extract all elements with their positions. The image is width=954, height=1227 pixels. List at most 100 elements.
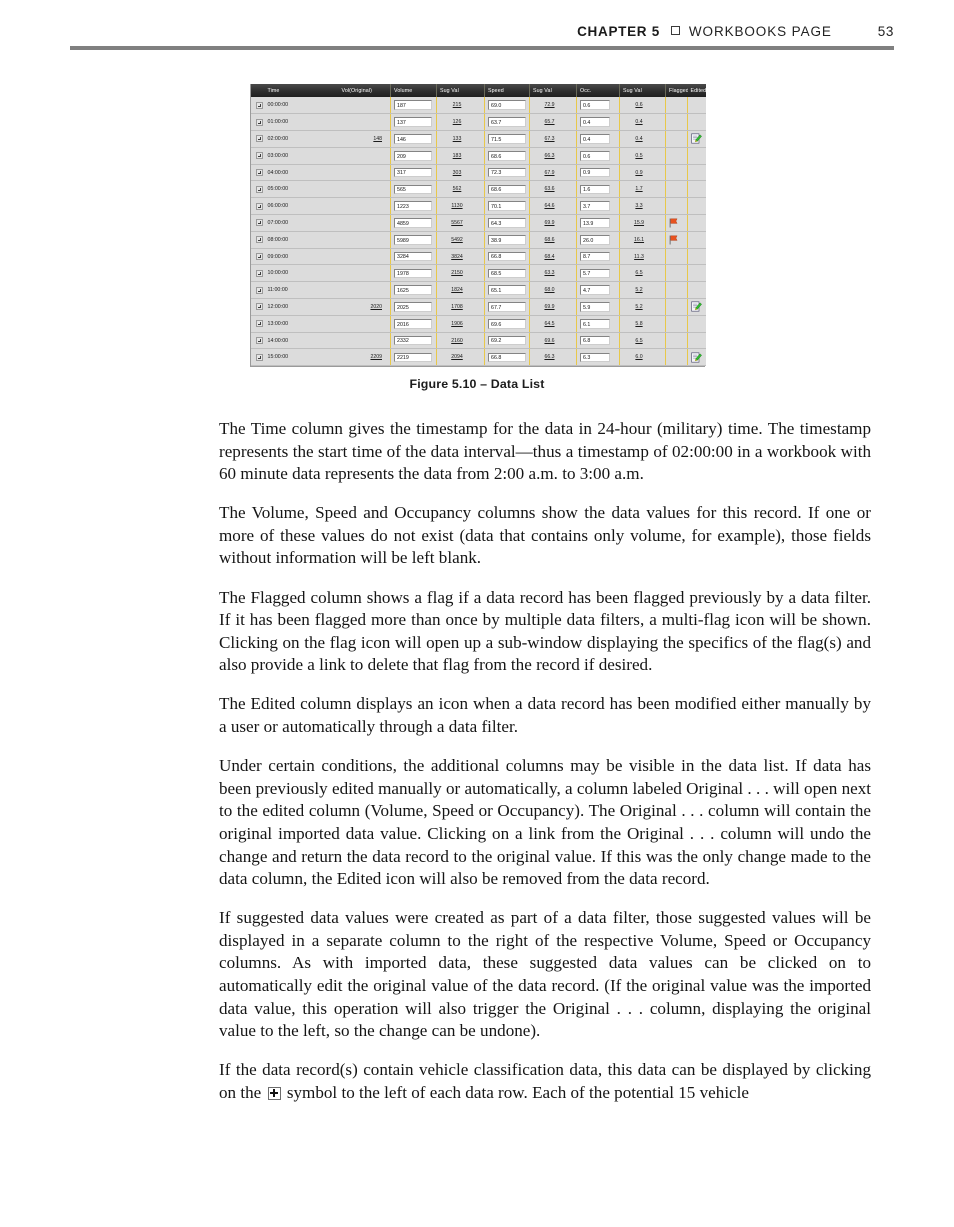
cell-occ-sug-val[interactable]: 6.5 xyxy=(619,332,666,350)
plus-expander-icon[interactable] xyxy=(255,269,263,277)
cell-speed-sug-val[interactable]: 68.0 xyxy=(529,281,577,300)
cell-speed[interactable]: 66.8 xyxy=(484,348,530,367)
cell-occ-sug-val[interactable]: 0.9 xyxy=(619,164,666,182)
row-expander-cell[interactable] xyxy=(250,214,265,232)
row-expander-cell[interactable] xyxy=(250,332,265,350)
cell-volume-sug-val[interactable]: 1906 xyxy=(436,315,485,333)
table-row[interactable]: 00:00:00 187 215 69.0 72.9 0.6 0.6 xyxy=(250,97,706,115)
row-expander-cell[interactable] xyxy=(250,248,265,266)
row-expander-cell[interactable] xyxy=(250,298,265,316)
cell-volume[interactable]: 2016 xyxy=(390,315,437,333)
cell-volume[interactable]: 2332 xyxy=(390,332,437,350)
cell-volume[interactable]: 3284 xyxy=(390,248,437,266)
cell-occ-sug-val[interactable]: 11.3 xyxy=(619,248,666,266)
cell-speed[interactable]: 69.6 xyxy=(484,315,530,333)
cell-volume-sug-val[interactable]: 2160 xyxy=(436,332,485,350)
cell-volume[interactable]: 5989 xyxy=(390,231,437,249)
cell-edited[interactable] xyxy=(687,348,706,367)
cell-flagged[interactable] xyxy=(665,231,688,249)
cell-speed[interactable]: 68.6 xyxy=(484,147,530,165)
cell-speed-sug-val[interactable]: 64.6 xyxy=(529,197,577,216)
row-expander-cell[interactable] xyxy=(250,348,265,367)
cell-vol-original[interactable]: 148 xyxy=(338,130,391,148)
table-row[interactable]: 07:00:00 4859 5567 64.3 69.9 13.9 15.9 xyxy=(250,214,706,232)
plus-expander-icon[interactable] xyxy=(255,169,263,177)
table-row[interactable]: 06:00:00 1223 1130 70.1 64.6 3.7 3.3 xyxy=(250,197,706,216)
cell-speed-sug-val[interactable]: 63.3 xyxy=(529,264,577,283)
cell-speed-sug-val[interactable]: 63.6 xyxy=(529,180,577,199)
cell-volume[interactable]: 1223 xyxy=(390,197,437,216)
cell-speed-sug-val[interactable]: 67.9 xyxy=(529,164,577,182)
table-row[interactable]: 12:00:00 2020 2025 1708 67.7 69.9 5.9 5.2 xyxy=(250,298,706,316)
cell-occ[interactable]: 4.7 xyxy=(576,281,620,300)
plus-expander-icon[interactable] xyxy=(255,101,263,109)
row-expander-cell[interactable] xyxy=(250,315,265,333)
row-expander-cell[interactable] xyxy=(250,113,265,132)
cell-flagged[interactable] xyxy=(665,214,688,232)
cell-speed-sug-val[interactable]: 66.3 xyxy=(529,147,577,165)
cell-occ-sug-val[interactable]: 5.8 xyxy=(619,315,666,333)
table-row[interactable]: 13:00:00 2016 1906 69.6 64.5 6.1 5.8 xyxy=(250,315,706,333)
cell-volume-sug-val[interactable]: 183 xyxy=(436,147,485,165)
cell-occ[interactable]: 0.6 xyxy=(576,147,620,165)
cell-volume[interactable]: 1625 xyxy=(390,281,437,300)
cell-volume[interactable]: 2025 xyxy=(390,298,437,316)
table-row[interactable]: 11:00:00 1625 1824 65.1 68.0 4.7 5.2 xyxy=(250,281,706,300)
cell-occ-sug-val[interactable]: 0.4 xyxy=(619,130,666,148)
cell-occ[interactable]: 5.7 xyxy=(576,264,620,283)
cell-speed-sug-val[interactable]: 64.5 xyxy=(529,315,577,333)
cell-occ[interactable]: 5.9 xyxy=(576,298,620,316)
table-row[interactable]: 05:00:00 565 562 68.6 63.6 1.6 1.7 xyxy=(250,180,706,199)
cell-occ[interactable]: 6.3 xyxy=(576,348,620,367)
cell-occ-sug-val[interactable]: 0.4 xyxy=(619,113,666,132)
cell-volume-sug-val[interactable]: 5567 xyxy=(436,214,485,232)
cell-speed-sug-val[interactable]: 68.6 xyxy=(529,231,577,249)
column-header-volume-sug-val[interactable]: Sug Val xyxy=(436,84,485,97)
cell-volume-sug-val[interactable]: 1130 xyxy=(436,197,485,216)
row-expander-cell[interactable] xyxy=(250,231,265,249)
plus-expander-icon[interactable] xyxy=(255,202,263,210)
cell-volume-sug-val[interactable]: 1708 xyxy=(436,298,485,316)
row-expander-cell[interactable] xyxy=(250,130,265,148)
cell-speed-sug-val[interactable]: 69.9 xyxy=(529,298,577,316)
cell-speed[interactable]: 65.1 xyxy=(484,281,530,300)
cell-occ-sug-val[interactable]: 0.5 xyxy=(619,147,666,165)
cell-occ[interactable]: 0.9 xyxy=(576,164,620,182)
cell-occ[interactable]: 0.4 xyxy=(576,113,620,132)
cell-edited[interactable] xyxy=(687,298,706,316)
cell-speed-sug-val[interactable]: 66.3 xyxy=(529,348,577,367)
plus-expander-icon[interactable] xyxy=(255,253,263,261)
cell-occ-sug-val[interactable]: 1.7 xyxy=(619,180,666,199)
row-expander-cell[interactable] xyxy=(250,164,265,182)
cell-volume-sug-val[interactable]: 215 xyxy=(436,97,485,115)
cell-volume[interactable]: 209 xyxy=(390,147,437,165)
cell-occ-sug-val[interactable]: 3.3 xyxy=(619,197,666,216)
table-row[interactable]: 03:00:00 209 183 68.6 66.3 0.6 0.5 xyxy=(250,147,706,165)
cell-volume[interactable]: 565 xyxy=(390,180,437,199)
plus-expander-icon[interactable] xyxy=(255,219,263,227)
cell-volume[interactable]: 146 xyxy=(390,130,437,148)
cell-volume[interactable]: 317 xyxy=(390,164,437,182)
cell-speed[interactable]: 64.3 xyxy=(484,214,530,232)
cell-speed-sug-val[interactable]: 69.9 xyxy=(529,214,577,232)
cell-volume-sug-val[interactable]: 1824 xyxy=(436,281,485,300)
cell-occ-sug-val[interactable]: 5.2 xyxy=(619,298,666,316)
row-expander-cell[interactable] xyxy=(250,281,265,300)
cell-speed-sug-val[interactable]: 72.9 xyxy=(529,97,577,115)
table-row[interactable]: 02:00:00 148 146 133 71.5 67.3 0.4 0.4 xyxy=(250,130,706,148)
column-header-time[interactable]: Time xyxy=(264,84,339,97)
cell-speed[interactable]: 69.0 xyxy=(484,97,530,115)
cell-speed[interactable]: 71.5 xyxy=(484,130,530,148)
cell-speed-sug-val[interactable]: 68.4 xyxy=(529,248,577,266)
row-expander-cell[interactable] xyxy=(250,97,265,115)
cell-speed[interactable]: 68.6 xyxy=(484,180,530,199)
cell-volume[interactable]: 187 xyxy=(390,97,437,115)
plus-expander-icon[interactable] xyxy=(255,303,263,311)
column-header-speed[interactable]: Speed xyxy=(484,84,530,97)
row-expander-cell[interactable] xyxy=(250,147,265,165)
row-expander-cell[interactable] xyxy=(250,264,265,283)
table-row[interactable]: 01:00:00 137 126 63.7 65.7 0.4 0.4 xyxy=(250,113,706,132)
cell-occ-sug-val[interactable]: 5.2 xyxy=(619,281,666,300)
cell-occ[interactable]: 6.8 xyxy=(576,332,620,350)
table-row[interactable]: 10:00:00 1978 2150 68.5 63.3 5.7 6.5 xyxy=(250,264,706,283)
